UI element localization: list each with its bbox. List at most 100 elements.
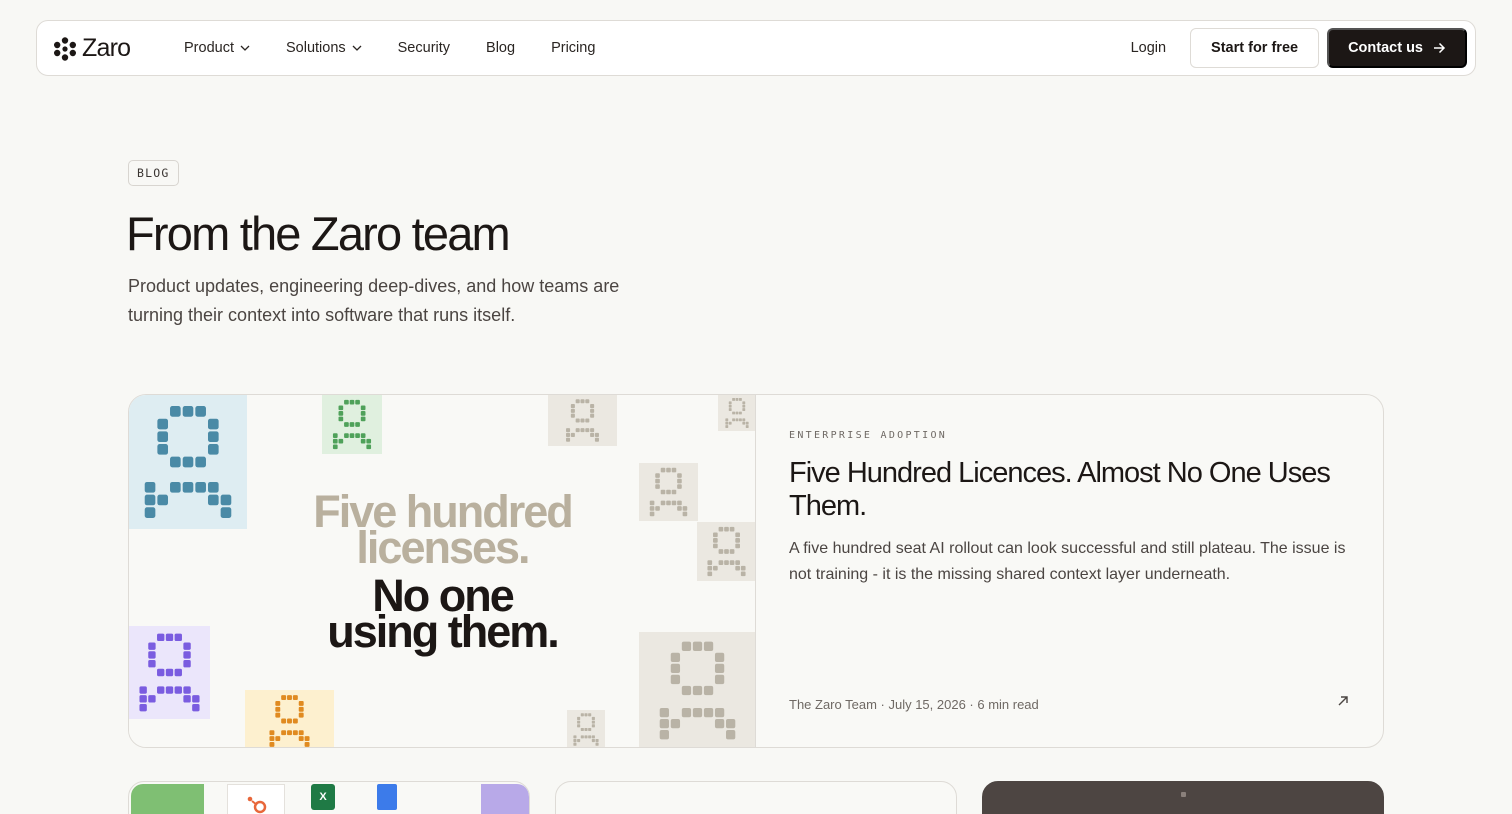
pixel-dot (725, 421, 729, 425)
pixel-dot (670, 719, 681, 729)
pixel-dot (590, 413, 595, 418)
pixel-dot (195, 406, 206, 417)
post-meta: The Zaro Team · July 15, 2026 · 6 min re… (789, 697, 1039, 712)
pixel-dot (745, 421, 749, 425)
pixel-dot (195, 456, 206, 468)
contact-us-button[interactable]: Contact us (1327, 28, 1467, 68)
pixel-dot (344, 422, 349, 427)
pixel-dot (591, 735, 595, 739)
nav-security[interactable]: Security (398, 40, 450, 56)
pixel-dot (714, 652, 725, 662)
pixel-dot (740, 571, 746, 577)
zaro-logo-icon (54, 36, 76, 61)
pixel-dot (139, 703, 147, 712)
pixel-dot (183, 651, 191, 659)
pixel-dot (655, 484, 660, 489)
pixel-dot (681, 685, 692, 696)
pixel-avatar-orange (245, 690, 334, 747)
pixel-dot (585, 418, 590, 423)
pixel-dot (182, 456, 194, 468)
pixel-dot (692, 707, 703, 718)
pixel-dot (735, 418, 739, 422)
pixel-dot (157, 686, 165, 694)
pixel-dot (573, 742, 577, 746)
chevron-down-icon (240, 45, 250, 51)
pixel-dot (726, 719, 736, 729)
start-free-button[interactable]: Start for free (1190, 28, 1320, 68)
pixel-dot (338, 405, 344, 411)
pixel-dot (292, 695, 298, 701)
login-link[interactable]: Login (1131, 40, 1166, 56)
pixel-dot (580, 727, 584, 732)
featured-post-card[interactable]: Five hundred licenses. No one using them… (128, 394, 1384, 748)
pixel-avatar-beige (548, 395, 617, 446)
pixel-dot (580, 418, 585, 423)
page-subtitle: Product updates, engineering deep-dives,… (128, 276, 620, 325)
nav-solutions-label: Solutions (285, 40, 346, 56)
pixel-dot (580, 399, 585, 404)
pixel-dot (742, 408, 746, 412)
google-docs-icon (377, 784, 397, 810)
pixel-dot (355, 433, 360, 438)
pixel-dot (174, 668, 182, 677)
pixel-dot (207, 431, 219, 443)
pixel-dot (144, 481, 156, 493)
arrow-up-right-icon[interactable] (1337, 695, 1349, 707)
pixel-dot (157, 431, 169, 443)
post-card-3[interactable] (555, 781, 957, 814)
brand-logo[interactable]: Zaro (53, 34, 131, 63)
post-title[interactable]: Five Hundred Licences. Almost No One Use… (789, 457, 1349, 523)
pixel-dot (275, 706, 281, 712)
pixel-dot (355, 422, 360, 427)
pixel-dot (174, 686, 182, 694)
pixel-dot (740, 565, 746, 571)
pixel-dot (366, 444, 372, 450)
pixel-dot (677, 473, 682, 478)
pixel-dot (660, 467, 666, 473)
pixel-dot (170, 481, 181, 493)
nav-product[interactable]: Product (184, 40, 250, 56)
pixel-dot (707, 565, 713, 571)
pixel-dot (355, 399, 360, 405)
pixel-dot (575, 428, 580, 433)
pixel-dot (570, 413, 575, 418)
post-card-2[interactable]: X (128, 781, 530, 814)
pixel-dot (742, 404, 746, 408)
image-text-line2: licenses. (356, 522, 530, 573)
pixel-dot (742, 418, 746, 422)
image-text-line4: using them. (327, 606, 560, 657)
pixel-dot (590, 408, 595, 413)
pixel-avatar-beige (567, 710, 605, 747)
pixel-dot (360, 416, 366, 422)
pixel-dot (577, 716, 581, 720)
pixel-dot (269, 730, 275, 736)
pixel-dot (575, 399, 580, 404)
pixel-dot (591, 739, 595, 743)
avatar-glyph-icon (573, 713, 599, 746)
nav-pricing[interactable]: Pricing (551, 40, 595, 56)
pixel-dot (703, 707, 714, 718)
pixel-dot (170, 406, 181, 417)
pixel-dot (670, 652, 681, 662)
top-navbar: Zaro Product Solutions Security Blog Pri… (36, 20, 1476, 76)
contact-us-label: Contact us (1348, 40, 1423, 56)
nav-actions: Login Start for free Contact us (1131, 28, 1467, 68)
pixel-dot (732, 418, 736, 422)
pixel-dot (281, 695, 287, 701)
nav-blog[interactable]: Blog (486, 40, 515, 56)
pixel-dot (344, 399, 349, 405)
pixel-dot (269, 736, 275, 742)
pixel-dot (594, 437, 599, 442)
excel-icon: X (311, 784, 335, 810)
pixel-dot (157, 444, 169, 455)
pixel-dot (659, 707, 669, 718)
post-card-4[interactable] (982, 781, 1384, 814)
pixel-dot (742, 401, 746, 405)
pixel-dot (566, 428, 571, 433)
pixel-dot (298, 706, 304, 712)
pixel-dot (304, 741, 310, 747)
nav-solutions[interactable]: Solutions (286, 40, 362, 56)
pixel-dot (573, 735, 577, 739)
pixel-dot (292, 730, 298, 736)
pixel-dot (732, 397, 736, 401)
